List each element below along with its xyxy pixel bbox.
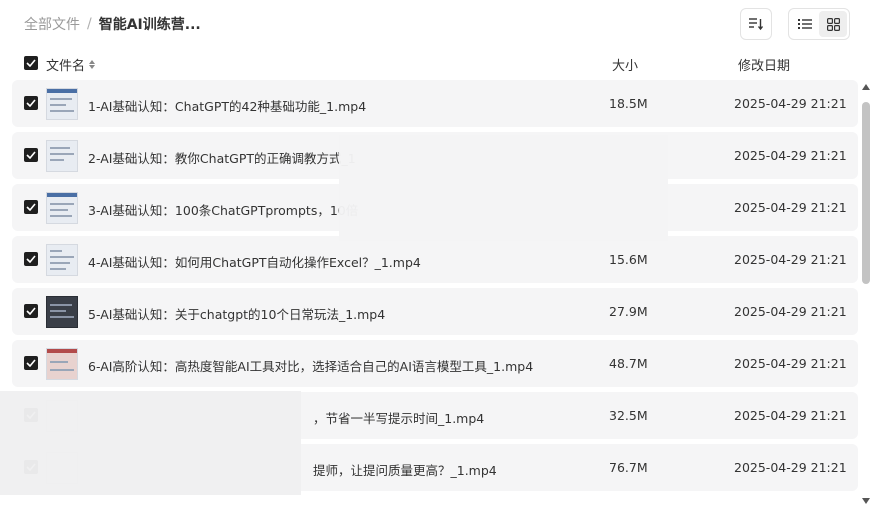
column-header-name[interactable]: 文件名 <box>46 55 96 74</box>
file-date: 2025-04-29 21:21 <box>734 96 847 111</box>
check-icon <box>26 99 36 107</box>
breadcrumb-root[interactable]: 全部文件 <box>24 14 80 34</box>
file-name[interactable]: 3-AI基础认知：100条ChatGPTprompts，10倍 <box>88 200 358 219</box>
file-name[interactable]: 提师，让提问质量更高？_1.mp4 <box>313 460 497 479</box>
file-date: 2025-04-29 21:21 <box>734 252 847 267</box>
breadcrumb-current: 智能AI训练营... <box>98 17 201 33</box>
sort-button[interactable] <box>740 8 772 40</box>
row-checkbox[interactable] <box>24 148 38 162</box>
table-row[interactable]: 1-AI基础认知：ChatGPT的42种基础功能_1.mp4 18.5M 202… <box>12 80 858 127</box>
grid-view-icon <box>826 17 840 31</box>
check-icon <box>26 151 36 159</box>
file-size: 18.5M <box>609 96 648 111</box>
file-name[interactable]: 2-AI基础认知：教你ChatGPT的正确调教方式_1 <box>88 148 356 167</box>
check-icon <box>26 359 36 367</box>
check-icon <box>26 307 36 315</box>
file-size: 48.7M <box>609 356 648 371</box>
file-name[interactable]: 4-AI基础认知：如何用ChatGPT自动化操作Excel？_1.mp4 <box>88 252 421 271</box>
video-thumbnail <box>46 244 78 276</box>
table-row[interactable]: 4-AI基础认知：如何用ChatGPT自动化操作Excel？_1.mp4 15.… <box>12 236 858 283</box>
sort-descending-icon <box>749 18 764 31</box>
column-header-size[interactable]: 大小 <box>612 55 638 74</box>
scrollbar-thumb[interactable] <box>862 102 870 284</box>
redaction-overlay <box>0 391 301 495</box>
row-checkbox[interactable] <box>24 96 38 110</box>
file-date: 2025-04-29 21:21 <box>734 460 847 475</box>
vertical-scrollbar[interactable] <box>860 84 874 512</box>
file-size: 32.5M <box>609 408 648 423</box>
file-name[interactable]: 1-AI基础认知：ChatGPT的42种基础功能_1.mp4 <box>88 96 366 115</box>
table-row[interactable]: 5-AI基础认知：关于chatgpt的10个日常玩法_1.mp4 27.9M 2… <box>12 288 858 335</box>
file-date: 2025-04-29 21:21 <box>734 356 847 371</box>
file-name[interactable]: 6-AI高阶认知：高热度智能AI工具对比，选择适合自己的AI语言模型工具_1.m… <box>88 356 533 375</box>
video-thumbnail <box>46 140 78 172</box>
column-header-date[interactable]: 修改日期 <box>738 55 790 74</box>
file-size: 76.7M <box>609 460 648 475</box>
select-all-checkbox[interactable] <box>24 56 38 70</box>
scroll-up-arrow-icon[interactable] <box>862 84 870 90</box>
breadcrumb: 全部文件 / 智能AI训练营... <box>24 14 201 34</box>
video-thumbnail <box>46 88 78 120</box>
table-row[interactable]: 6-AI高阶认知：高热度智能AI工具对比，选择适合自己的AI语言模型工具_1.m… <box>12 340 858 387</box>
video-thumbnail <box>46 192 78 224</box>
check-icon <box>26 203 36 211</box>
check-icon <box>26 59 36 67</box>
column-header-name-label: 文件名 <box>46 59 86 74</box>
row-checkbox[interactable] <box>24 252 38 266</box>
redaction-overlay <box>339 135 668 241</box>
grid-view-button[interactable] <box>819 11 847 37</box>
file-date: 2025-04-29 21:21 <box>734 148 847 163</box>
scroll-down-arrow-icon[interactable] <box>862 498 870 504</box>
row-checkbox[interactable] <box>24 304 38 318</box>
file-size: 27.9M <box>609 304 648 319</box>
file-size: 15.6M <box>609 252 648 267</box>
video-thumbnail <box>46 296 78 328</box>
list-view-icon <box>798 19 812 29</box>
list-view-button[interactable] <box>791 11 819 37</box>
row-checkbox[interactable] <box>24 356 38 370</box>
file-date: 2025-04-29 21:21 <box>734 304 847 319</box>
file-name[interactable]: 5-AI基础认知：关于chatgpt的10个日常玩法_1.mp4 <box>88 304 385 323</box>
file-name[interactable]: ，节省一半写提示时间_1.mp4 <box>313 408 484 427</box>
breadcrumb-separator: / <box>87 16 92 32</box>
row-checkbox[interactable] <box>24 200 38 214</box>
check-icon <box>26 255 36 263</box>
table-header: 文件名 大小 修改日期 <box>24 54 858 74</box>
video-thumbnail <box>46 348 78 380</box>
sort-indicator-icon <box>89 60 96 69</box>
view-toggle <box>788 8 850 40</box>
file-date: 2025-04-29 21:21 <box>734 408 847 423</box>
file-date: 2025-04-29 21:21 <box>734 200 847 215</box>
